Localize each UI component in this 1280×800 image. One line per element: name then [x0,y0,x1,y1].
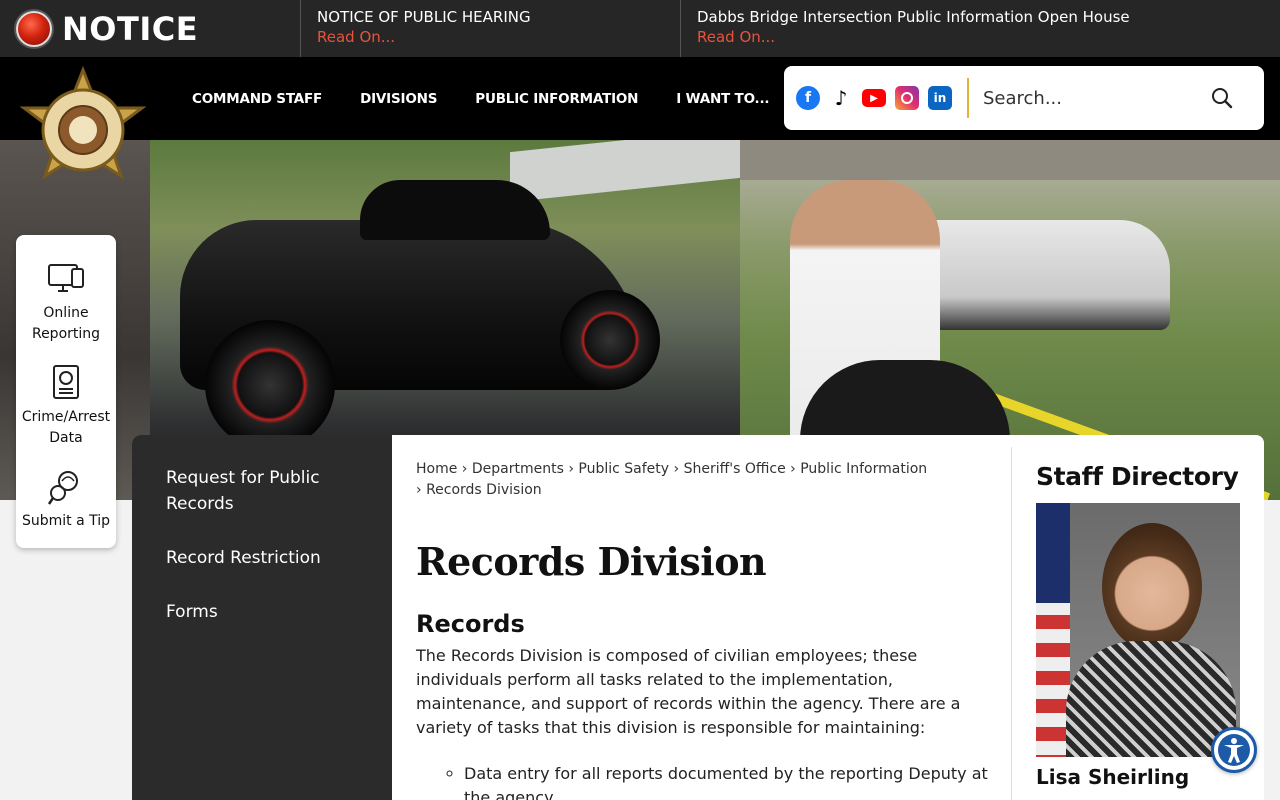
read-on-link[interactable]: Read On... [697,27,1264,47]
quick-link-label: Submit a Tip [21,513,111,529]
tiktok-icon[interactable]: ♪ [829,86,853,110]
notice-item-public-hearing[interactable]: NOTICE OF PUBLIC HEARING Read On... [300,0,680,57]
house-wall [740,140,1280,180]
divider [967,78,969,118]
section-sidenav: Request for Public Records Record Restri… [132,435,392,800]
breadcrumb-public-safety[interactable]: Public Safety [578,461,669,477]
section-title: Records [416,610,525,638]
page-title: Records Division [416,539,767,584]
notice-item-dabbs-bridge[interactable]: Dabbs Bridge Intersection Public Informa… [680,0,1280,57]
patrol-suv [900,220,1170,330]
breadcrumb-sheriffs-office[interactable]: Sheriff's Office [684,461,786,477]
quick-links-panel: Online Reporting Crime/Arrest Data Submi… [16,235,116,548]
quick-link-label: Online Reporting [31,305,101,342]
main-nav: COMMAND STAFF DIVISIONS PUBLIC INFORMATI… [192,57,807,140]
sidenav-forms[interactable]: Forms [166,599,372,625]
youtube-icon[interactable]: ▶ [862,89,886,107]
staff-photo [1036,503,1240,757]
accessibility-button[interactable] [1211,727,1257,773]
column-divider [1011,447,1012,800]
car-wheel [205,320,335,450]
sidenav-request-public-records[interactable]: Request for Public Records [166,465,372,517]
header-tools: f ♪ ▶ in [784,66,1264,130]
alert-dot-icon [16,10,52,47]
breadcrumb-separator: › [568,461,574,477]
report-icon [53,365,79,399]
breadcrumb-separator: › [416,482,422,498]
breadcrumb-current: Records Division [426,482,542,498]
breadcrumb-separator: › [790,461,796,477]
notice-label: NOTICE [0,0,300,57]
accessibility-icon [1218,734,1250,766]
breadcrumb-separator: › [461,461,468,477]
computer-icon [48,264,84,292]
sheriff-badge-logo[interactable] [14,65,152,200]
list-item: Data entry for all reports documented by… [464,762,996,800]
notice-bar: NOTICE NOTICE OF PUBLIC HEARING Read On.… [0,0,1280,57]
staff-portrait-torso [1066,641,1236,757]
instagram-icon[interactable] [895,86,919,110]
task-list: Data entry for all reports documented by… [416,762,996,800]
notice-title[interactable]: NOTICE OF PUBLIC HEARING [317,7,664,27]
quick-link-label: Crime/Arrest Data [21,409,111,446]
fingerprint-icon [47,471,78,505]
search-icon [1212,88,1233,109]
car-wheel [560,290,660,390]
section-paragraph: The Records Division is composed of civi… [416,646,961,737]
flag-canton [1036,503,1070,603]
notice-title[interactable]: Dabbs Bridge Intersection Public Informa… [697,7,1264,27]
quick-link-online-reporting[interactable]: Online Reporting [16,259,116,345]
site-header: COMMAND STAFF DIVISIONS PUBLIC INFORMATI… [0,57,1280,140]
breadcrumb: Home › Departments › Public Safety › She… [416,459,996,501]
quick-link-crime-arrest-data[interactable]: Crime/Arrest Data [16,363,116,449]
staff-directory-title: Staff Directory [1036,462,1239,491]
staff-name[interactable]: Lisa Sheirling [1036,765,1240,789]
facebook-icon[interactable]: f [796,86,820,110]
staff-portrait-head [1102,523,1202,651]
nav-divisions[interactable]: DIVISIONS [360,91,437,107]
search-input[interactable] [983,87,1203,109]
nav-command-staff[interactable]: COMMAND STAFF [192,91,322,107]
breadcrumb-public-information[interactable]: Public Information [800,461,927,477]
search-button[interactable] [1207,83,1237,113]
breadcrumb-separator: › [673,461,680,477]
main-content-card: Request for Public Records Record Restri… [132,435,1264,800]
linkedin-icon[interactable]: in [928,86,952,110]
nav-i-want-to[interactable]: I WANT TO... [676,91,769,107]
page-content: Home › Departments › Public Safety › She… [416,435,996,800]
quick-link-submit-a-tip[interactable]: Submit a Tip [16,467,116,532]
staff-directory-widget: Staff Directory Lisa Sheirling [1036,435,1240,789]
nav-public-information[interactable]: PUBLIC INFORMATION [475,91,638,107]
breadcrumb-departments[interactable]: Departments [472,461,564,477]
tent-canopy [510,140,740,203]
notice-heading: NOTICE [62,9,199,48]
breadcrumb-home[interactable]: Home [416,461,457,477]
sidenav-record-restriction[interactable]: Record Restriction [166,545,372,571]
patrol-car-window [360,180,550,240]
read-on-link[interactable]: Read On... [317,27,664,47]
